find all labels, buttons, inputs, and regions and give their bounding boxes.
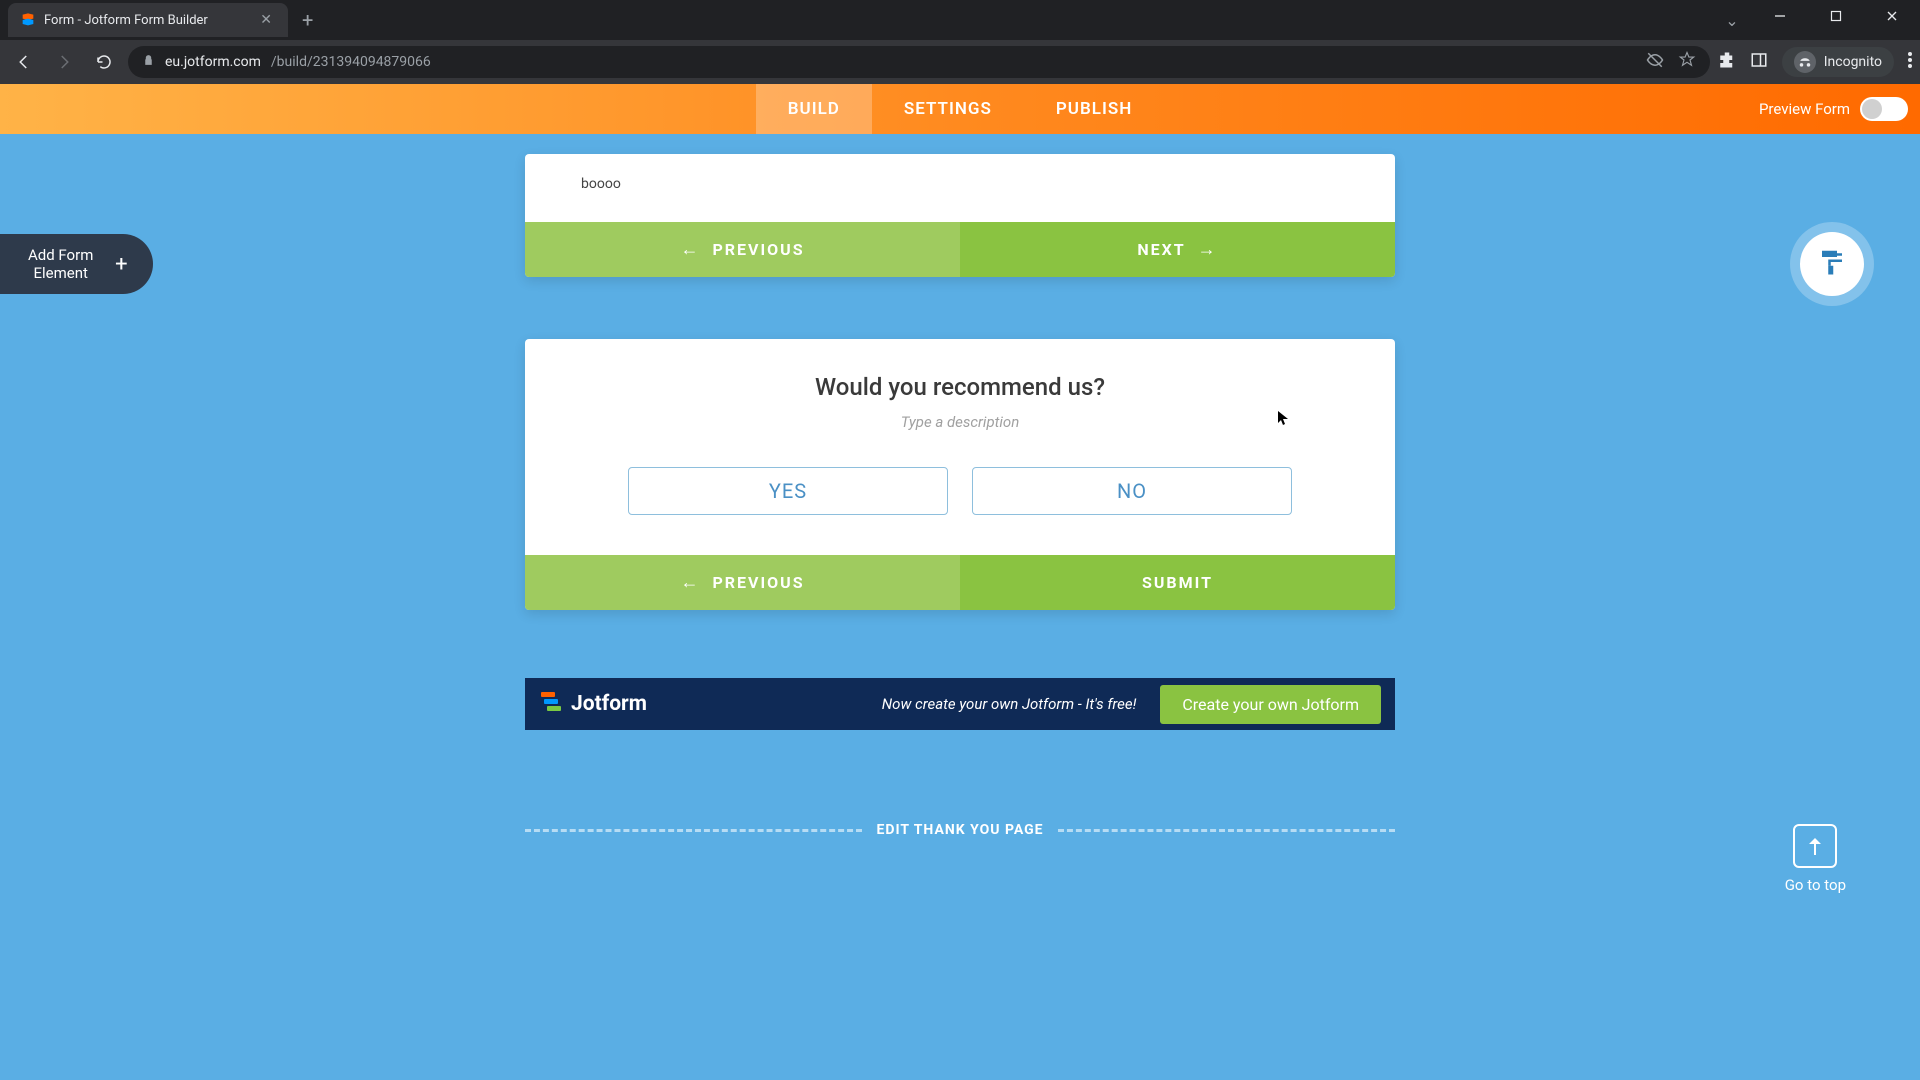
arrow-left-icon: ←	[680, 239, 700, 260]
browser-tab[interactable]: Form - Jotform Form Builder ✕	[8, 3, 288, 37]
dash-left	[525, 829, 862, 832]
edit-thank-you-page-button[interactable]: EDIT THANK YOU PAGE	[876, 822, 1043, 838]
description-placeholder[interactable]: Type a description	[581, 413, 1339, 431]
tab-settings[interactable]: SETTINGS	[872, 84, 1024, 134]
browser-toolbar: eu.jotform.com/build/231394094879066 Inc…	[0, 40, 1920, 84]
yes-no-row: YES NO	[581, 467, 1339, 515]
card2-previous-button[interactable]: ← PREVIOUS	[525, 555, 960, 610]
tab-strip: Form - Jotform Form Builder ✕ + ⌄	[0, 0, 1920, 40]
no-button[interactable]: NO	[972, 467, 1292, 515]
card1-next-button[interactable]: NEXT →	[960, 222, 1395, 277]
go-to-top-label: Go to top	[1785, 876, 1846, 894]
jotform-brand: Jotform	[571, 692, 647, 716]
bookmark-star-icon[interactable]	[1678, 51, 1696, 73]
reload-button[interactable]	[88, 46, 120, 78]
tab-favicon-icon	[20, 12, 36, 28]
nav-tabs: BUILD SETTINGS PUBLISH	[756, 84, 1165, 134]
side-panel-icon[interactable]	[1750, 51, 1768, 73]
app-header: BUILD SETTINGS PUBLISH Preview Form	[0, 84, 1920, 134]
tab-publish[interactable]: PUBLISH	[1024, 84, 1164, 134]
jotform-promo-banner: Jotform Now create your own Jotform - It…	[525, 678, 1395, 730]
arrow-right-icon: →	[1198, 239, 1218, 260]
window-maximize-button[interactable]	[1808, 0, 1864, 32]
thank-you-divider: EDIT THANK YOU PAGE	[525, 822, 1395, 838]
tab-title: Form - Jotform Form Builder	[44, 13, 248, 28]
kebab-menu-icon[interactable]	[1908, 52, 1912, 72]
preview-form-toggle[interactable]: Preview Form	[1759, 97, 1908, 121]
eye-off-icon[interactable]	[1646, 51, 1664, 73]
add-element-label: Add Form Element	[28, 246, 93, 282]
new-tab-button[interactable]: +	[288, 8, 327, 32]
yes-button[interactable]: YES	[628, 467, 948, 515]
jotform-logo-icon	[539, 689, 563, 719]
previous-label: PREVIOUS	[712, 240, 804, 259]
create-own-button[interactable]: Create your own Jotform	[1160, 685, 1381, 724]
incognito-icon	[1794, 51, 1816, 73]
form-cards-column: boooo ← PREVIOUS NEXT → Would yo	[525, 134, 1395, 838]
lock-icon	[142, 54, 155, 71]
submit-button[interactable]: SUBMIT	[960, 555, 1395, 610]
toolbar-right: Incognito	[1718, 47, 1912, 77]
tab-build[interactable]: BUILD	[756, 84, 872, 134]
app-viewport: BUILD SETTINGS PUBLISH Preview Form Add …	[0, 84, 1920, 1080]
url-path: /build/231394094879066	[271, 54, 431, 70]
next-label: NEXT	[1137, 240, 1185, 259]
extensions-icon[interactable]	[1718, 51, 1736, 73]
paint-roller-icon	[1817, 247, 1847, 281]
form-card-1[interactable]: boooo ← PREVIOUS NEXT →	[525, 154, 1395, 277]
forward-button[interactable]	[48, 46, 80, 78]
add-form-element-button[interactable]: Add Form Element +	[0, 234, 153, 294]
card1-actions: ← PREVIOUS NEXT →	[525, 222, 1395, 277]
go-to-top-button[interactable]: Go to top	[1785, 824, 1846, 894]
arrow-up-icon	[1793, 824, 1837, 868]
card1-previous-button[interactable]: ← PREVIOUS	[525, 222, 960, 277]
tabs-dropdown-icon[interactable]: ⌄	[1712, 0, 1752, 40]
address-bar[interactable]: eu.jotform.com/build/231394094879066	[128, 46, 1710, 78]
previous-label: PREVIOUS	[712, 573, 804, 592]
preview-label: Preview Form	[1759, 100, 1850, 118]
incognito-label: Incognito	[1824, 54, 1882, 70]
card2-actions: ← PREVIOUS SUBMIT	[525, 555, 1395, 610]
toggle-switch[interactable]	[1860, 97, 1908, 121]
question-title[interactable]: Would you recommend us?	[581, 373, 1339, 401]
form-designer-button[interactable]	[1800, 232, 1864, 296]
window-close-button[interactable]	[1864, 0, 1920, 32]
tab-close-icon[interactable]: ✕	[256, 10, 276, 30]
arrow-left-icon: ←	[680, 572, 700, 593]
back-button[interactable]	[8, 46, 40, 78]
window-controls: ⌄	[1712, 0, 1920, 40]
card1-text: boooo	[581, 176, 1339, 192]
plus-icon: +	[107, 250, 135, 278]
form-card-2[interactable]: Would you recommend us? Type a descripti…	[525, 339, 1395, 610]
incognito-badge[interactable]: Incognito	[1782, 47, 1894, 77]
dash-right	[1058, 829, 1395, 832]
jotform-logo: Jotform	[539, 689, 647, 719]
url-host: eu.jotform.com	[165, 54, 261, 70]
browser-chrome: Form - Jotform Form Builder ✕ + ⌄	[0, 0, 1920, 84]
form-canvas: Add Form Element + Go to top boooo	[0, 134, 1920, 1080]
window-minimize-button[interactable]	[1752, 0, 1808, 32]
submit-label: SUBMIT	[1142, 573, 1213, 592]
promo-text: Now create your own Jotform - It's free!	[882, 695, 1137, 713]
